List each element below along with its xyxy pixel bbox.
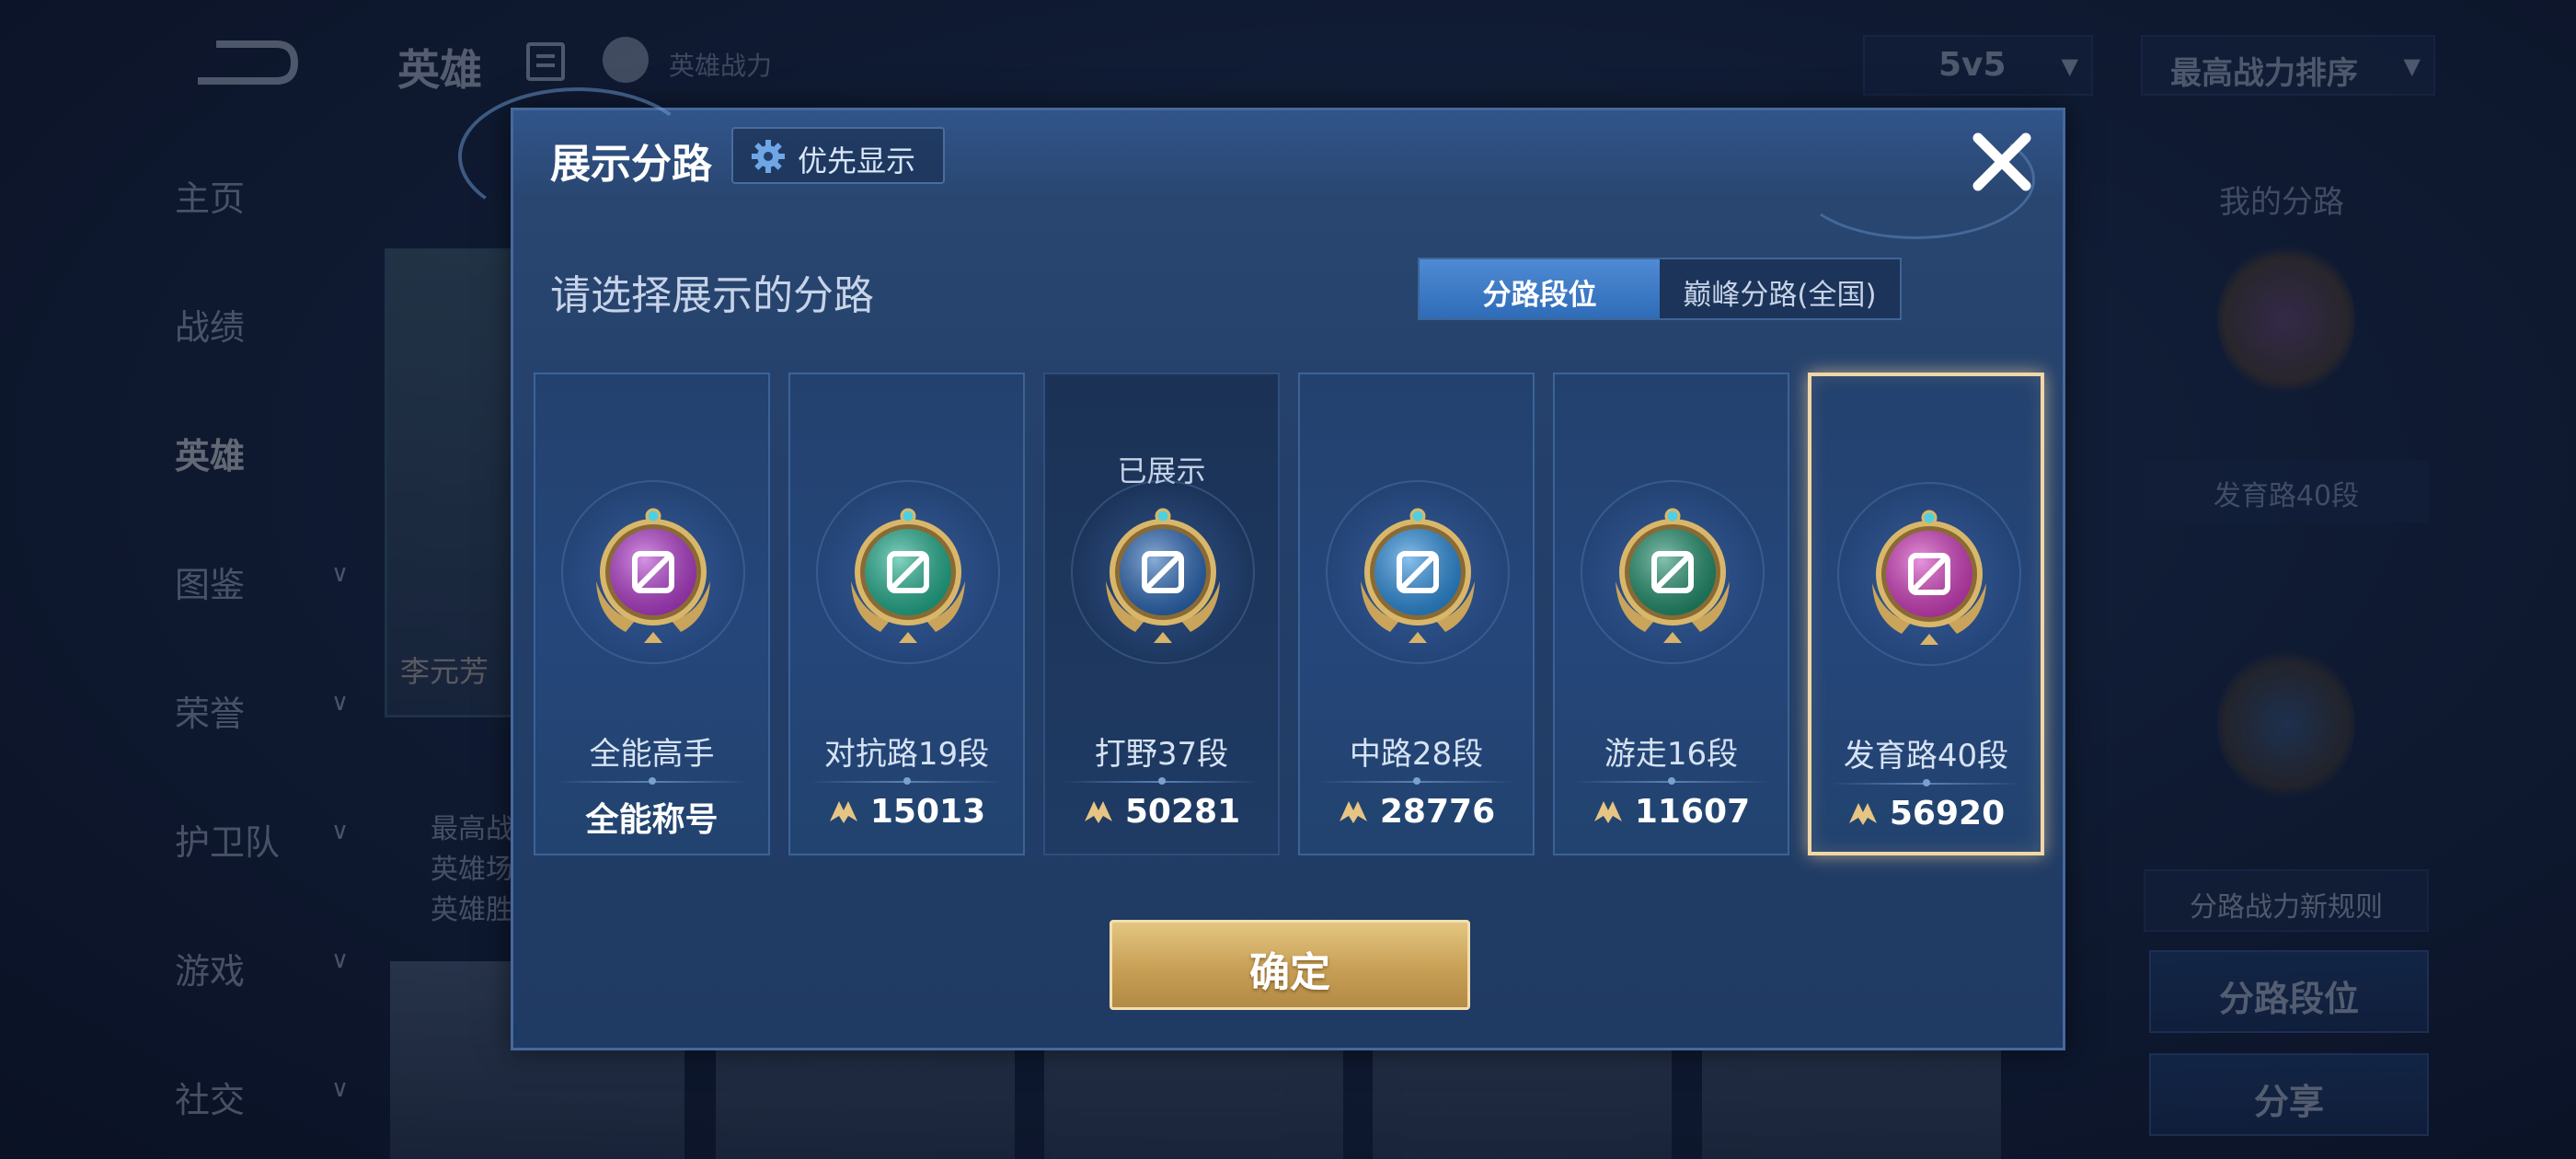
lane-card-value: 50281 <box>1045 793 1278 831</box>
lane-card-name: 发育路40段 <box>1843 738 2009 775</box>
lane-card-farm[interactable]: 发育路40段 56920 <box>1808 373 2044 855</box>
power-icon <box>829 801 857 823</box>
gear-icon <box>752 140 785 173</box>
divider <box>554 777 750 785</box>
lane-display-dialog: 展示分路 优先显示 请选择展示的分路 分路段位 巅峰分路(全国) 全能高手 全能… <box>458 87 2065 1050</box>
farm-lane-medal-icon <box>1872 510 1986 645</box>
lane-card-all-round[interactable]: 全能高手 全能称号 <box>534 373 770 855</box>
lane-card-mid[interactable]: 中路28段 28776 <box>1298 373 1535 855</box>
dialog-title: 展示分路 <box>550 141 712 188</box>
lane-type-switch: 分路段位 巅峰分路(全国) <box>1418 258 1902 320</box>
priority-display-button[interactable]: 优先显示 <box>731 127 945 184</box>
lane-card-roam[interactable]: 游走16段 11607 <box>1553 373 1789 855</box>
lane-card-value: 56920 <box>1811 795 2041 832</box>
lane-card-name: 游走16段 <box>1604 736 1739 773</box>
lane-card-value: 11607 <box>1555 793 1788 831</box>
power-icon <box>1084 801 1112 823</box>
lane-card-jungle[interactable]: 已展示 打野37段 50281 <box>1043 373 1280 855</box>
lane-card-list: 全能高手 全能称号 对抗路19段 15013 已展示 打野37段 50281 中… <box>534 373 2048 860</box>
divider <box>1573 777 1769 785</box>
lane-card-name: 中路28段 <box>1349 736 1484 773</box>
all-round-medal-icon <box>596 508 710 643</box>
lane-card-name: 对抗路19段 <box>823 736 990 773</box>
lane-card-value: 全能称号 <box>585 801 719 839</box>
tab-lane-rank[interactable]: 分路段位 <box>1420 259 1660 318</box>
tab-peak-lane-national[interactable]: 巅峰分路(全国) <box>1660 259 1900 318</box>
power-icon <box>1848 803 1877 825</box>
lane-card-name: 全能高手 <box>589 736 715 773</box>
lane-card-top[interactable]: 对抗路19段 15013 <box>788 373 1025 855</box>
confirm-button[interactable]: 确定 <box>1110 920 1470 1010</box>
top-lane-medal-icon <box>851 508 965 643</box>
divider <box>1064 777 1259 785</box>
dialog-subtitle: 请选择展示的分路 <box>550 272 874 319</box>
close-icon[interactable] <box>1969 129 2035 195</box>
divider <box>809 777 1005 785</box>
mid-lane-medal-icon <box>1361 508 1475 643</box>
jungle-medal-icon <box>1106 508 1220 643</box>
lane-card-value: 28776 <box>1300 793 1533 831</box>
divider <box>1830 779 2022 786</box>
lane-card-name: 打野37段 <box>1094 736 1229 773</box>
divider <box>1318 777 1514 785</box>
roam-medal-icon <box>1616 508 1730 643</box>
power-icon <box>1593 801 1622 823</box>
lane-card-value: 15013 <box>790 793 1023 831</box>
power-icon <box>1339 801 1367 823</box>
